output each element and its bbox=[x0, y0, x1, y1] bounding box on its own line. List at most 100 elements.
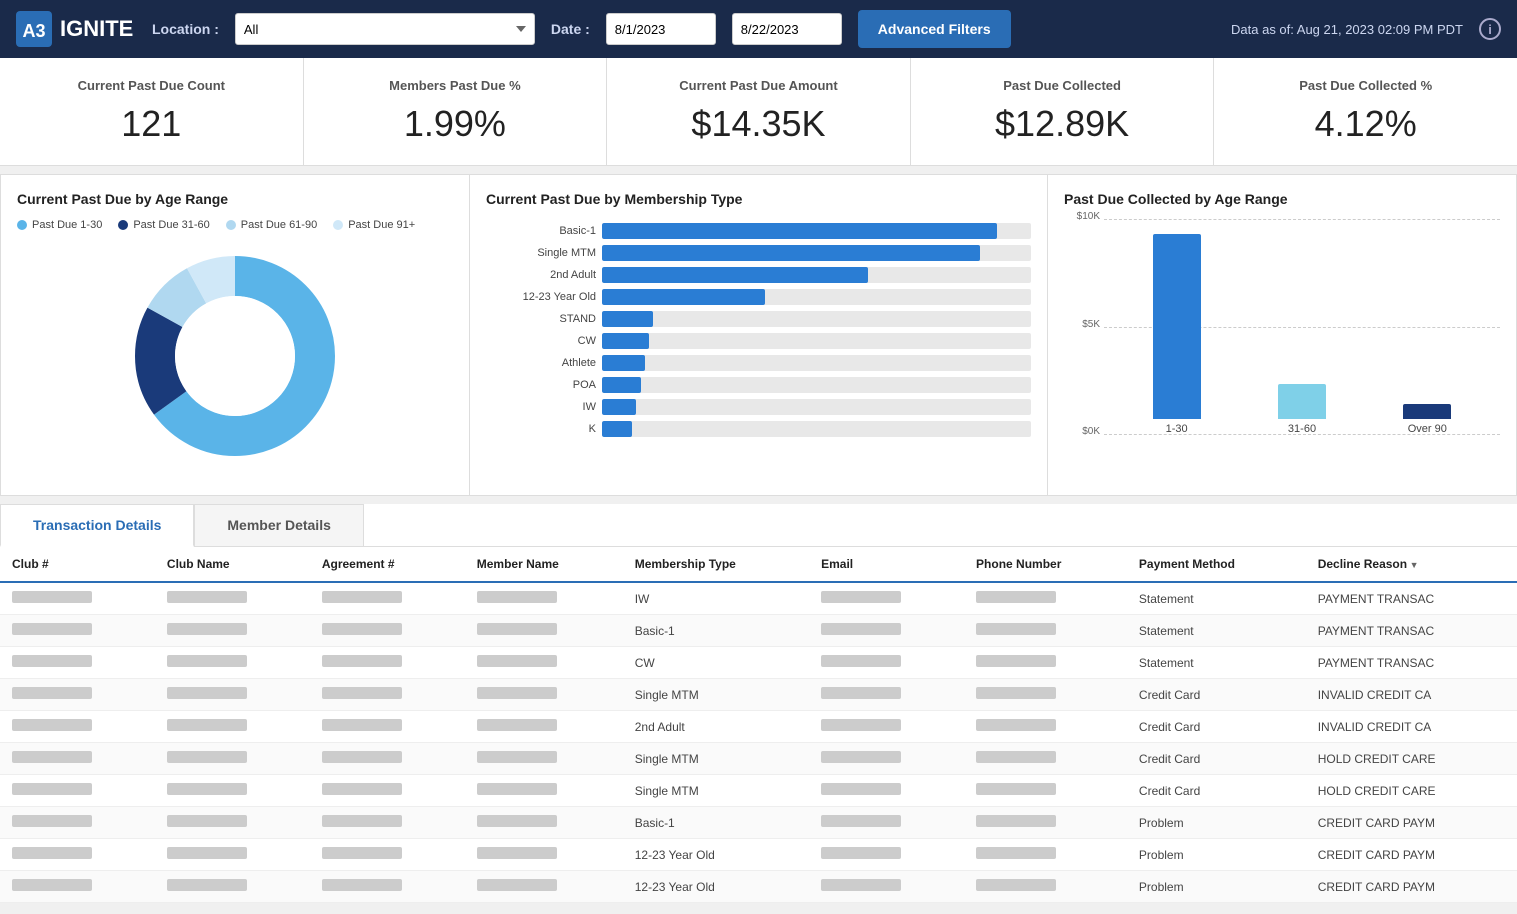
col-agreement: Agreement # bbox=[310, 547, 465, 582]
cell-club_name bbox=[155, 807, 310, 839]
legend-dot-3 bbox=[333, 220, 343, 230]
vbar-x-label-1: 31-60 bbox=[1288, 423, 1316, 435]
cell-payment: Statement bbox=[1127, 647, 1306, 679]
hbar-track-1 bbox=[602, 245, 1031, 261]
cell-club_num bbox=[0, 807, 155, 839]
location-select[interactable]: All bbox=[235, 13, 535, 45]
table-row: Single MTMCredit CardINVALID CREDIT CA bbox=[0, 679, 1517, 711]
table-row: IW StatementPAYMENT TRANSAC bbox=[0, 582, 1517, 615]
hbar-track-9 bbox=[602, 421, 1031, 437]
cell-payment: Statement bbox=[1127, 582, 1306, 615]
cell-payment: Problem bbox=[1127, 807, 1306, 839]
tab-transaction-details[interactable]: Transaction Details bbox=[0, 504, 194, 547]
hbar-chart-panel: Current Past Due by Membership Type Basi… bbox=[470, 175, 1048, 495]
cell-phone bbox=[964, 647, 1127, 679]
vbar-bar-2 bbox=[1403, 404, 1451, 419]
hbar-row-1: Single MTM bbox=[486, 245, 1031, 261]
hbar-fill-2 bbox=[602, 267, 868, 283]
hbar-label-8: IW bbox=[486, 401, 596, 413]
cell-email bbox=[809, 871, 964, 903]
cell-email bbox=[809, 647, 964, 679]
metric-card-1: Members Past Due % 1.99% bbox=[304, 58, 608, 165]
data-table: Club # Club Name Agreement # Member Name… bbox=[0, 547, 1517, 903]
location-label: Location : bbox=[152, 21, 219, 37]
hbar-track-8 bbox=[602, 399, 1031, 415]
metric-card-2: Current Past Due Amount $14.35K bbox=[607, 58, 911, 165]
metric-value-2: $14.35K bbox=[631, 103, 886, 145]
logo-text: IGNITE bbox=[60, 16, 133, 42]
cell-decline: HOLD CREDIT CARE bbox=[1306, 743, 1517, 775]
hbar-row-5: CW bbox=[486, 333, 1031, 349]
cell-member bbox=[465, 807, 623, 839]
cell-phone bbox=[964, 679, 1127, 711]
cell-payment: Problem bbox=[1127, 839, 1306, 871]
hbar-track-5 bbox=[602, 333, 1031, 349]
cell-phone bbox=[964, 711, 1127, 743]
table-row: Basic-1StatementPAYMENT TRANSAC bbox=[0, 615, 1517, 647]
cell-membership_type: Single MTM bbox=[623, 679, 809, 711]
cell-agreement bbox=[310, 582, 465, 615]
cell-club_num bbox=[0, 615, 155, 647]
cell-email bbox=[809, 775, 964, 807]
cell-email bbox=[809, 615, 964, 647]
table-row: 12-23 Year OldProblemCREDIT CARD PAYM bbox=[0, 839, 1517, 871]
hbar-row-6: Athlete bbox=[486, 355, 1031, 371]
metric-value-4: 4.12% bbox=[1238, 103, 1493, 145]
cell-agreement bbox=[310, 871, 465, 903]
col-club-num: Club # bbox=[0, 547, 155, 582]
hbar-fill-6 bbox=[602, 355, 645, 371]
cell-phone bbox=[964, 615, 1127, 647]
cell-decline: CREDIT CARD PAYM bbox=[1306, 839, 1517, 871]
cell-club_num bbox=[0, 647, 155, 679]
cell-member bbox=[465, 647, 623, 679]
tab-member-details[interactable]: Member Details bbox=[194, 504, 363, 546]
cell-club_num bbox=[0, 775, 155, 807]
metric-value-0: 121 bbox=[24, 103, 279, 145]
cell-agreement bbox=[310, 839, 465, 871]
cell-email bbox=[809, 711, 964, 743]
donut-chart-title: Current Past Due by Age Range bbox=[17, 191, 453, 207]
col-payment: Payment Method bbox=[1127, 547, 1306, 582]
hbar-fill-5 bbox=[602, 333, 649, 349]
date-start-input[interactable] bbox=[606, 13, 716, 45]
cell-membership_type: CW bbox=[623, 647, 809, 679]
table-row: 2nd AdultCredit CardINVALID CREDIT CA bbox=[0, 711, 1517, 743]
hbar-fill-0 bbox=[602, 223, 997, 239]
info-icon[interactable]: i bbox=[1479, 18, 1501, 40]
donut-legend: Past Due 1-30 Past Due 31-60 Past Due 61… bbox=[17, 219, 453, 231]
table-container: Club # Club Name Agreement # Member Name… bbox=[0, 547, 1517, 903]
legend-label-1: Past Due 31-60 bbox=[133, 219, 209, 231]
cell-club_name bbox=[155, 582, 310, 615]
hbar-fill-9 bbox=[602, 421, 632, 437]
vbar-x-label-0: 1-30 bbox=[1166, 423, 1188, 435]
cell-membership_type: 2nd Adult bbox=[623, 711, 809, 743]
metric-value-1: 1.99% bbox=[328, 103, 583, 145]
hbar-chart: Basic-1 Single MTM 2nd Adult 12-23 Year … bbox=[486, 219, 1031, 447]
cell-payment: Credit Card bbox=[1127, 743, 1306, 775]
cell-club_num bbox=[0, 839, 155, 871]
cell-decline: PAYMENT TRANSAC bbox=[1306, 582, 1517, 615]
col-decline-reason[interactable]: Decline Reason bbox=[1306, 547, 1517, 582]
cell-club_num bbox=[0, 871, 155, 903]
hbar-track-7 bbox=[602, 377, 1031, 393]
hbar-row-9: K bbox=[486, 421, 1031, 437]
cell-membership_type: IW bbox=[623, 582, 809, 615]
cell-decline: CREDIT CARD PAYM bbox=[1306, 807, 1517, 839]
advanced-filters-button[interactable]: Advanced Filters bbox=[858, 10, 1011, 48]
table-header-row: Club # Club Name Agreement # Member Name… bbox=[0, 547, 1517, 582]
hbar-track-0 bbox=[602, 223, 1031, 239]
legend-item-2: Past Due 61-90 bbox=[226, 219, 317, 231]
metric-label-3: Past Due Collected bbox=[935, 78, 1190, 93]
cell-decline: PAYMENT TRANSAC bbox=[1306, 647, 1517, 679]
table-body: IW StatementPAYMENT TRANSACBasic-1Stateme… bbox=[0, 582, 1517, 903]
charts-row: Current Past Due by Age Range Past Due 1… bbox=[0, 174, 1517, 496]
legend-label-3: Past Due 91+ bbox=[348, 219, 415, 231]
metric-label-2: Current Past Due Amount bbox=[631, 78, 886, 93]
vbar-x-label-2: Over 90 bbox=[1408, 423, 1447, 435]
donut-chart bbox=[17, 241, 453, 471]
date-end-input[interactable] bbox=[732, 13, 842, 45]
hbar-label-2: 2nd Adult bbox=[486, 269, 596, 281]
table-row: CW StatementPAYMENT TRANSAC bbox=[0, 647, 1517, 679]
cell-member bbox=[465, 615, 623, 647]
cell-agreement bbox=[310, 775, 465, 807]
